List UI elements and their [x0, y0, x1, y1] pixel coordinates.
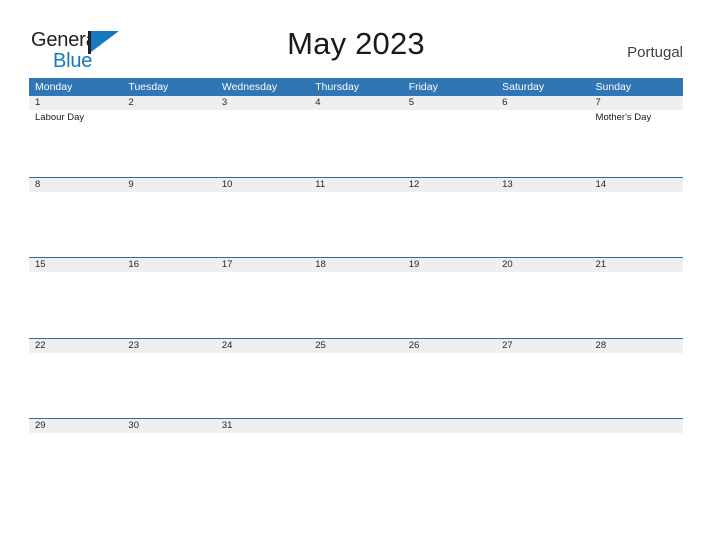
- locale-label: Portugal: [627, 44, 683, 61]
- day-number: 26: [402, 338, 497, 353]
- day-number: 20: [496, 258, 590, 272]
- day-cell-26[interactable]: 26: [402, 338, 497, 418]
- day-number: 5: [402, 96, 497, 110]
- day-number: 29: [29, 419, 123, 433]
- day-cell-17[interactable]: 17: [215, 258, 310, 338]
- day-cell-23[interactable]: 23: [122, 338, 216, 418]
- calendar-grid: Monday Tuesday Wednesday Thursday Friday Satu…: [29, 78, 683, 499]
- day-number: 21: [589, 258, 683, 272]
- day-number: 4: [309, 96, 403, 110]
- page-title: May 2023: [287, 26, 425, 61]
- day-number: [309, 419, 403, 433]
- day-number: 6: [496, 96, 590, 110]
- day-cell-22[interactable]: 22: [29, 338, 123, 418]
- day-cell-25[interactable]: 25: [309, 338, 403, 418]
- day-number: 11: [309, 177, 403, 192]
- day-cell-empty: [589, 419, 683, 499]
- day-cell-4[interactable]: 4: [309, 96, 403, 177]
- weekday-header-row: Monday Tuesday Wednesday Thursday Friday Satu…: [29, 78, 683, 96]
- weekday-header-monday: Monday: [35, 81, 73, 93]
- day-number: 9: [122, 177, 216, 192]
- calendar-week-row: 15 16 17 18 19 20 21: [29, 257, 683, 338]
- calendar-week-row: 8 9 10 11 12 13 14: [29, 176, 683, 257]
- day-cell-2[interactable]: 2: [122, 96, 216, 177]
- day-number: 17: [215, 258, 310, 272]
- day-cell-27[interactable]: 27: [496, 338, 590, 418]
- day-number: 24: [215, 338, 310, 353]
- day-number: 2: [122, 96, 216, 110]
- day-number: 22: [29, 338, 123, 353]
- day-events: Labour Day: [29, 110, 122, 124]
- day-cell-16[interactable]: 16: [122, 258, 216, 338]
- day-cell-20[interactable]: 20: [496, 258, 590, 338]
- day-number: 18: [309, 258, 403, 272]
- weekday-header-friday: Friday: [408, 81, 438, 93]
- calendar-week-row: 29 30 31: [29, 418, 683, 499]
- day-number: 25: [309, 338, 403, 353]
- day-number: 19: [402, 258, 497, 272]
- day-number: 27: [496, 338, 590, 353]
- day-number: 13: [496, 177, 590, 192]
- day-number: 28: [589, 338, 683, 353]
- day-cell-24[interactable]: 24: [215, 338, 310, 418]
- calendar-week-row: 22 23 24 25 26 27 28: [29, 337, 683, 418]
- day-number: [496, 419, 590, 433]
- day-cell-6[interactable]: 6: [496, 96, 590, 177]
- day-cell-15[interactable]: 15: [29, 258, 123, 338]
- day-cell-19[interactable]: 19: [402, 258, 497, 338]
- day-cell-12[interactable]: 12: [402, 177, 497, 257]
- day-number: 8: [29, 177, 123, 192]
- day-number: 14: [589, 177, 683, 192]
- day-number: 3: [215, 96, 310, 110]
- day-cell-empty: [309, 419, 403, 499]
- day-cell-28[interactable]: 28: [589, 338, 683, 418]
- day-number: 7: [589, 96, 683, 110]
- day-cell-empty: [402, 419, 497, 499]
- calendar-weeks: 1 Labour Day 2 3 4 5 6 7 Mother's Day 8 9 10 11 12 13 1…: [29, 96, 683, 499]
- day-cell-10[interactable]: 10: [215, 177, 310, 257]
- page-header: General Blue May 2023 Portugal: [0, 0, 712, 78]
- weekday-header-thursday: Thursday: [315, 81, 360, 93]
- day-cell-1[interactable]: 1 Labour Day: [29, 96, 123, 177]
- day-cell-11[interactable]: 11: [309, 177, 403, 257]
- day-cell-5[interactable]: 5: [402, 96, 497, 177]
- day-cell-13[interactable]: 13: [496, 177, 590, 257]
- weekday-header-saturday: Saturday: [502, 81, 545, 93]
- day-number: 12: [402, 177, 497, 192]
- day-number: [589, 419, 683, 433]
- day-number: 30: [122, 419, 216, 433]
- calendar-week-row: 1 Labour Day 2 3 4 5 6 7 Mother's Day: [29, 96, 683, 177]
- day-cell-31[interactable]: 31: [215, 419, 310, 499]
- event-label: Labour Day: [35, 112, 85, 123]
- weekday-header-wednesday: Wednesday: [221, 81, 278, 93]
- day-number: 31: [215, 419, 310, 433]
- day-number: 1: [29, 96, 123, 110]
- day-number: 10: [215, 177, 310, 192]
- day-cell-9[interactable]: 9: [122, 177, 216, 257]
- day-number: 16: [122, 258, 216, 272]
- day-cell-18[interactable]: 18: [309, 258, 403, 338]
- day-events: Mother's Day: [590, 110, 683, 124]
- weekday-header-sunday: Sunday: [595, 81, 632, 93]
- day-cell-3[interactable]: 3: [215, 96, 310, 177]
- day-cell-30[interactable]: 30: [122, 419, 216, 499]
- day-cell-empty: [496, 419, 590, 499]
- weekday-header-tuesday: Tuesday: [128, 81, 169, 93]
- event-label: Mother's Day: [595, 112, 652, 123]
- day-number: 15: [29, 258, 123, 272]
- day-number: [402, 419, 497, 433]
- day-cell-29[interactable]: 29: [29, 419, 123, 499]
- day-cell-8[interactable]: 8: [29, 177, 123, 257]
- day-cell-21[interactable]: 21: [589, 258, 683, 338]
- day-cell-7[interactable]: 7 Mother's Day: [589, 96, 683, 177]
- day-number: 23: [122, 338, 216, 353]
- day-cell-14[interactable]: 14: [589, 177, 683, 257]
